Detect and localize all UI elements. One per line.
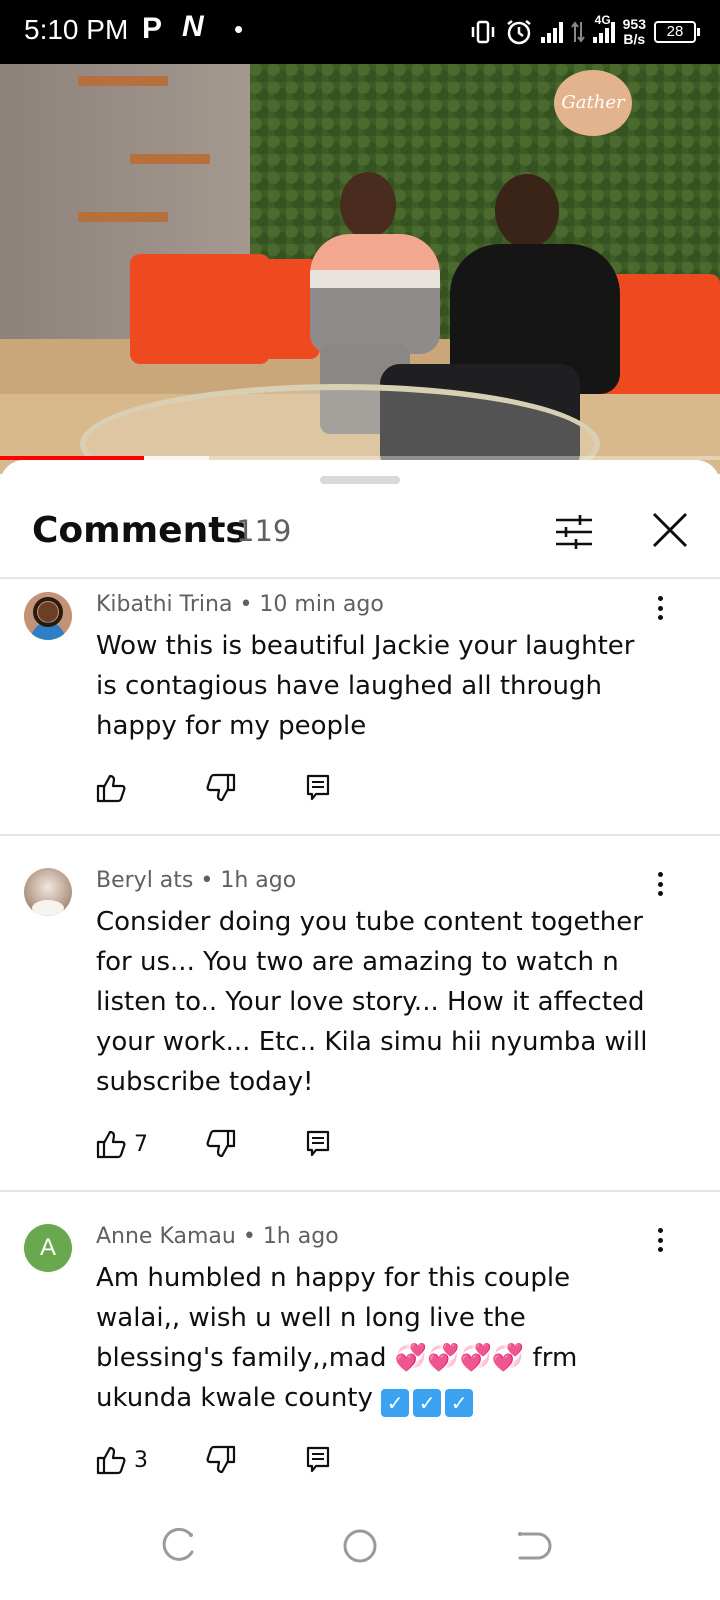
avatar[interactable] [24, 868, 72, 916]
filter-icon[interactable] [554, 512, 594, 552]
comment-item: Kibathi Trina • 10 min ago Wow this is b… [0, 592, 720, 832]
avatar[interactable]: A [24, 1224, 72, 1272]
notification-dot-icon: • [234, 14, 244, 44]
comments-header: Comments 119 [0, 500, 720, 578]
comment-author[interactable]: Kibathi Trina [96, 592, 232, 617]
status-time: 5:10 PM [24, 14, 129, 45]
more-vert-icon[interactable] [648, 868, 672, 900]
comment-time: 1h ago [262, 1224, 339, 1249]
like-count: 7 [134, 1131, 148, 1157]
system-nav-bar [0, 1490, 720, 1600]
comment-actions: 3 [96, 1440, 396, 1480]
video-player[interactable]: Gather [0, 64, 720, 474]
comments-title: Comments [32, 510, 247, 551]
reply-button[interactable] [306, 1440, 330, 1480]
signal-1-icon [540, 21, 563, 43]
drag-handle[interactable] [320, 476, 400, 484]
alarm-icon [506, 20, 531, 45]
dislike-icon [206, 1445, 236, 1474]
comment-item: Beryl ats • 1h ago Consider doing you tu… [0, 868, 720, 1188]
comment-actions: 7 [96, 1124, 396, 1164]
like-button[interactable]: 3 [96, 1440, 148, 1480]
comments-sheet: Comments 119 Kibathi Trina • 10 min ago … [0, 460, 720, 1600]
comment-time: 1h ago [220, 868, 297, 893]
comment-meta: Beryl ats • 1h ago [96, 868, 297, 893]
battery-icon: 28 [654, 21, 700, 43]
status-icons: 4G 953 B/s 28 [469, 10, 700, 54]
video-scene-shelf [78, 76, 168, 86]
vibrate-icon [471, 20, 494, 44]
like-button[interactable] [96, 768, 134, 808]
more-vert-icon[interactable] [648, 1224, 672, 1256]
comment-time: 10 min ago [259, 592, 384, 617]
reply-icon [306, 774, 330, 801]
check-emoji: ✓ [413, 1389, 442, 1417]
divider [0, 577, 720, 579]
reply-icon [306, 1130, 330, 1157]
like-icon [96, 774, 126, 803]
comment-text: Am humbled n happy for this couple walai… [96, 1263, 578, 1417]
network-type: 4G [594, 13, 611, 27]
reply-button[interactable] [306, 1124, 330, 1164]
comment-meta: Kibathi Trina • 10 min ago [96, 592, 384, 617]
dislike-button[interactable] [206, 1440, 236, 1480]
reply-icon [306, 1446, 330, 1473]
more-vert-icon[interactable] [648, 592, 672, 624]
comment-item: A Anne Kamau • 1h ago Am humbled n happy… [0, 1224, 720, 1484]
comments-count: 119 [236, 514, 292, 548]
back-icon[interactable] [514, 1526, 554, 1566]
divider [0, 834, 720, 836]
comment-actions [96, 768, 396, 808]
check-emoji: ✓ [381, 1389, 410, 1417]
net-speed: 953 B/s [622, 16, 646, 47]
like-button[interactable]: 7 [96, 1124, 148, 1164]
check-emoji: ✓ [445, 1389, 474, 1417]
dislike-button[interactable] [206, 768, 236, 808]
status-bar: 5:10 PM P N • 4G 953 B/s 28 [0, 0, 720, 64]
avatar[interactable] [24, 592, 72, 640]
video-scene-sign: Gather [554, 70, 632, 136]
app-p-icon: P [142, 12, 163, 45]
comment-author[interactable]: Beryl ats [96, 868, 193, 893]
like-icon [96, 1130, 126, 1159]
close-icon[interactable] [650, 510, 690, 550]
comment-author[interactable]: Anne Kamau [96, 1224, 236, 1249]
signal-2-icon: 4G [592, 13, 615, 43]
comment-meta: Anne Kamau • 1h ago [96, 1224, 339, 1249]
dislike-icon [206, 773, 236, 802]
reply-button[interactable] [306, 768, 330, 808]
heart-emoji: 💞💞💞💞 [394, 1343, 525, 1373]
home-icon[interactable] [340, 1526, 380, 1566]
dislike-icon [206, 1129, 236, 1158]
recents-icon[interactable] [160, 1526, 200, 1566]
data-arrows-icon [570, 21, 585, 43]
comment-text: Wow this is beautiful Jackie your laught… [96, 631, 635, 741]
like-count: 3 [134, 1447, 148, 1473]
video-scene-shelf [78, 212, 168, 222]
app-n-icon: N [182, 10, 204, 43]
dislike-button[interactable] [206, 1124, 236, 1164]
video-scene-shelf [130, 154, 210, 164]
like-icon [96, 1446, 126, 1475]
video-scene-pillow [130, 254, 270, 364]
divider [0, 1190, 720, 1192]
comment-text: Consider doing you tube content together… [96, 907, 648, 1097]
